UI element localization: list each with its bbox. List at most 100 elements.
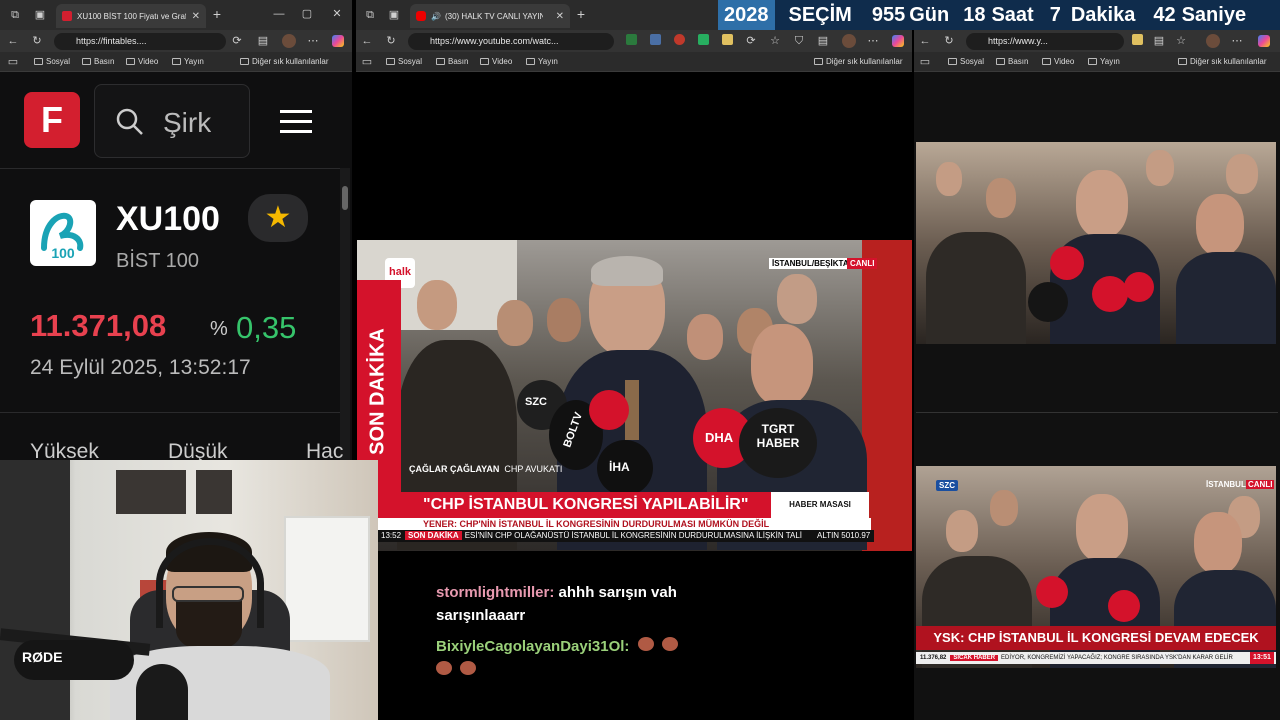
url-field[interactable]: https://www.youtube.com/watc... [408,33,614,50]
close-tab-icon[interactable]: ✕ [186,11,200,22]
crowd-head [547,298,581,342]
election-year: 2028 [718,0,775,30]
minimize-icon[interactable]: — [272,8,286,20]
price-timestamp: 24 Eylül 2025, 13:52:17 [30,356,251,379]
close-window-icon[interactable]: ✕ [330,8,344,20]
bookmark-video[interactable]: Video [126,57,158,66]
news-video-1[interactable] [916,142,1276,344]
shield-icon[interactable]: ⛉ [792,35,806,47]
extensions-icon[interactable]: ⟳ [744,35,758,47]
collections-icon[interactable]: ▭ [918,56,932,68]
more-menu-icon[interactable]: ⋯ [306,35,320,47]
tab-actions-icon[interactable]: ▣ [33,9,47,21]
copilot-icon[interactable] [892,35,904,47]
bookmark-video[interactable]: Video [1042,57,1074,66]
extension-icon-2[interactable] [650,34,661,45]
chat-username[interactable]: BixiyleCagolayanDayi31Ol: [436,638,629,655]
fintables-favicon [62,11,72,21]
collections-icon[interactable]: ▭ [6,56,20,68]
extension-icon-1[interactable] [1132,34,1143,45]
copilot-icon[interactable] [1258,35,1270,47]
search-box[interactable]: Şirk [94,84,250,158]
favorite-star-icon[interactable]: ★ [248,194,308,242]
tab-youtube[interactable]: 🔊 (30) HALK TV CANLI YAYINI ✕ [410,4,570,28]
more-menu-icon[interactable]: ⋯ [866,35,880,47]
audio-icon[interactable]: 🔊 [431,12,441,21]
bookmark-sosyal[interactable]: Sosyal [386,57,422,66]
location-label: İSTANBUL/BEŞİKTAŞ [769,258,857,269]
bookmark-sosyal[interactable]: Sosyal [948,57,984,66]
tab-actions-icon[interactable]: ▣ [387,9,401,21]
halktv-video[interactable]: SZC BOLTV İHA DHA TGRT HABER halk İSTANB… [357,240,912,551]
minutes-value: 7 [1049,3,1061,26]
back-icon[interactable]: ← [918,35,932,47]
address-bar-row: ← ↻ https://fintables.... ⟳ ▤ ⋯ [0,30,352,52]
emote-icon [661,637,678,651]
close-tab-icon[interactable]: ✕ [550,11,564,22]
divider-line [916,412,1278,413]
mic-red [1050,246,1084,280]
speaker-lower-third: ÇAĞLAR ÇAĞLAYAN CHP AVUKATI [409,464,563,474]
bookmark-basin[interactable]: Basın [82,57,114,66]
refresh-icon[interactable]: ↻ [30,35,44,47]
chat-text: ahhh sarışın vah [558,584,677,601]
profile-avatar[interactable] [1206,34,1220,48]
bookmark-yayin[interactable]: Yayın [1088,57,1120,66]
copilot-icon[interactable] [332,35,344,47]
extensions-icon[interactable]: ⟳ [230,35,244,47]
profile-avatar[interactable] [842,34,856,48]
back-icon[interactable]: ← [360,35,374,47]
days-unit: Gün [909,3,950,26]
extension-icon-5[interactable] [722,34,733,45]
bookmark-basin[interactable]: Basın [436,57,468,66]
lawyer-suit [1176,252,1276,344]
new-tab-icon[interactable]: + [210,7,224,21]
bookmark-basin[interactable]: Basın [996,57,1028,66]
bookmark-other[interactable]: Diğer sık kullanılanlar [240,57,328,66]
change-prefix: % [210,318,228,340]
headline-bar: YSK: CHP İSTANBUL İL KONGRESİ DEVAM EDEC… [916,626,1276,650]
profile-avatar[interactable] [282,34,296,48]
news-video-2[interactable]: SZC İSTANBUL CANLI YSK: CHP İSTANBUL İL … [916,466,1276,668]
url-text: https://fintables.... [76,36,147,46]
bookmark-other[interactable]: Diğer sık kullanılanlar [814,57,902,66]
workspaces-icon[interactable]: ⧉ [8,9,22,21]
hours-unit: Saat [991,3,1034,26]
extension-icon-3[interactable] [674,34,685,45]
fintables-logo[interactable]: F [24,92,80,148]
refresh-icon[interactable]: ↻ [384,35,398,47]
url-field[interactable]: https://fintables.... [54,33,226,50]
extension-icon-1[interactable] [626,34,637,45]
new-tab-icon[interactable]: + [574,7,588,21]
mic-red [1036,576,1068,608]
speaker-head [1076,170,1128,238]
workspaces-icon[interactable]: ⧉ [363,9,377,21]
crowd-head [777,274,817,324]
bookmark-video[interactable]: Video [480,57,512,66]
tab-fintables[interactable]: XU100 BİST 100 Fiyatı ve Grafiği ✕ [56,4,206,28]
bookmark-yayin[interactable]: Yayın [526,57,558,66]
favorites-icon[interactable]: ☆ [1174,35,1188,47]
split-screen-icon[interactable]: ▤ [1152,35,1166,47]
bookmark-sosyal[interactable]: Sosyal [34,57,70,66]
split-screen-icon[interactable]: ▤ [256,35,270,47]
maximize-icon[interactable]: ▢ [300,8,314,20]
subheadline-bar: YENER: CHP'NİN İSTANBUL İL KONGRESİNİN D… [377,518,871,530]
header-divider [0,168,340,169]
more-menu-icon[interactable]: ⋯ [1230,35,1244,47]
wall-frame [116,470,186,514]
bookmark-yayin[interactable]: Yayın [172,57,204,66]
search-input[interactable]: Şirk [163,107,211,139]
chat-username[interactable]: stormlightmiller: [436,584,554,601]
youtube-favicon [416,11,426,21]
hamburger-menu-icon[interactable] [280,110,312,133]
favorites-icon[interactable]: ☆ [768,35,782,47]
split-screen-icon[interactable]: ▤ [816,35,830,47]
refresh-icon[interactable]: ↻ [942,35,956,47]
collections-icon[interactable]: ▭ [360,56,374,68]
back-icon[interactable]: ← [6,35,20,47]
gold-price: ALTIN 5010.97 [813,530,875,542]
url-field[interactable]: https://www.y... [966,33,1124,50]
bookmark-other[interactable]: Diğer sık kullanılanlar [1178,57,1266,66]
extension-icon-4[interactable] [698,34,709,45]
